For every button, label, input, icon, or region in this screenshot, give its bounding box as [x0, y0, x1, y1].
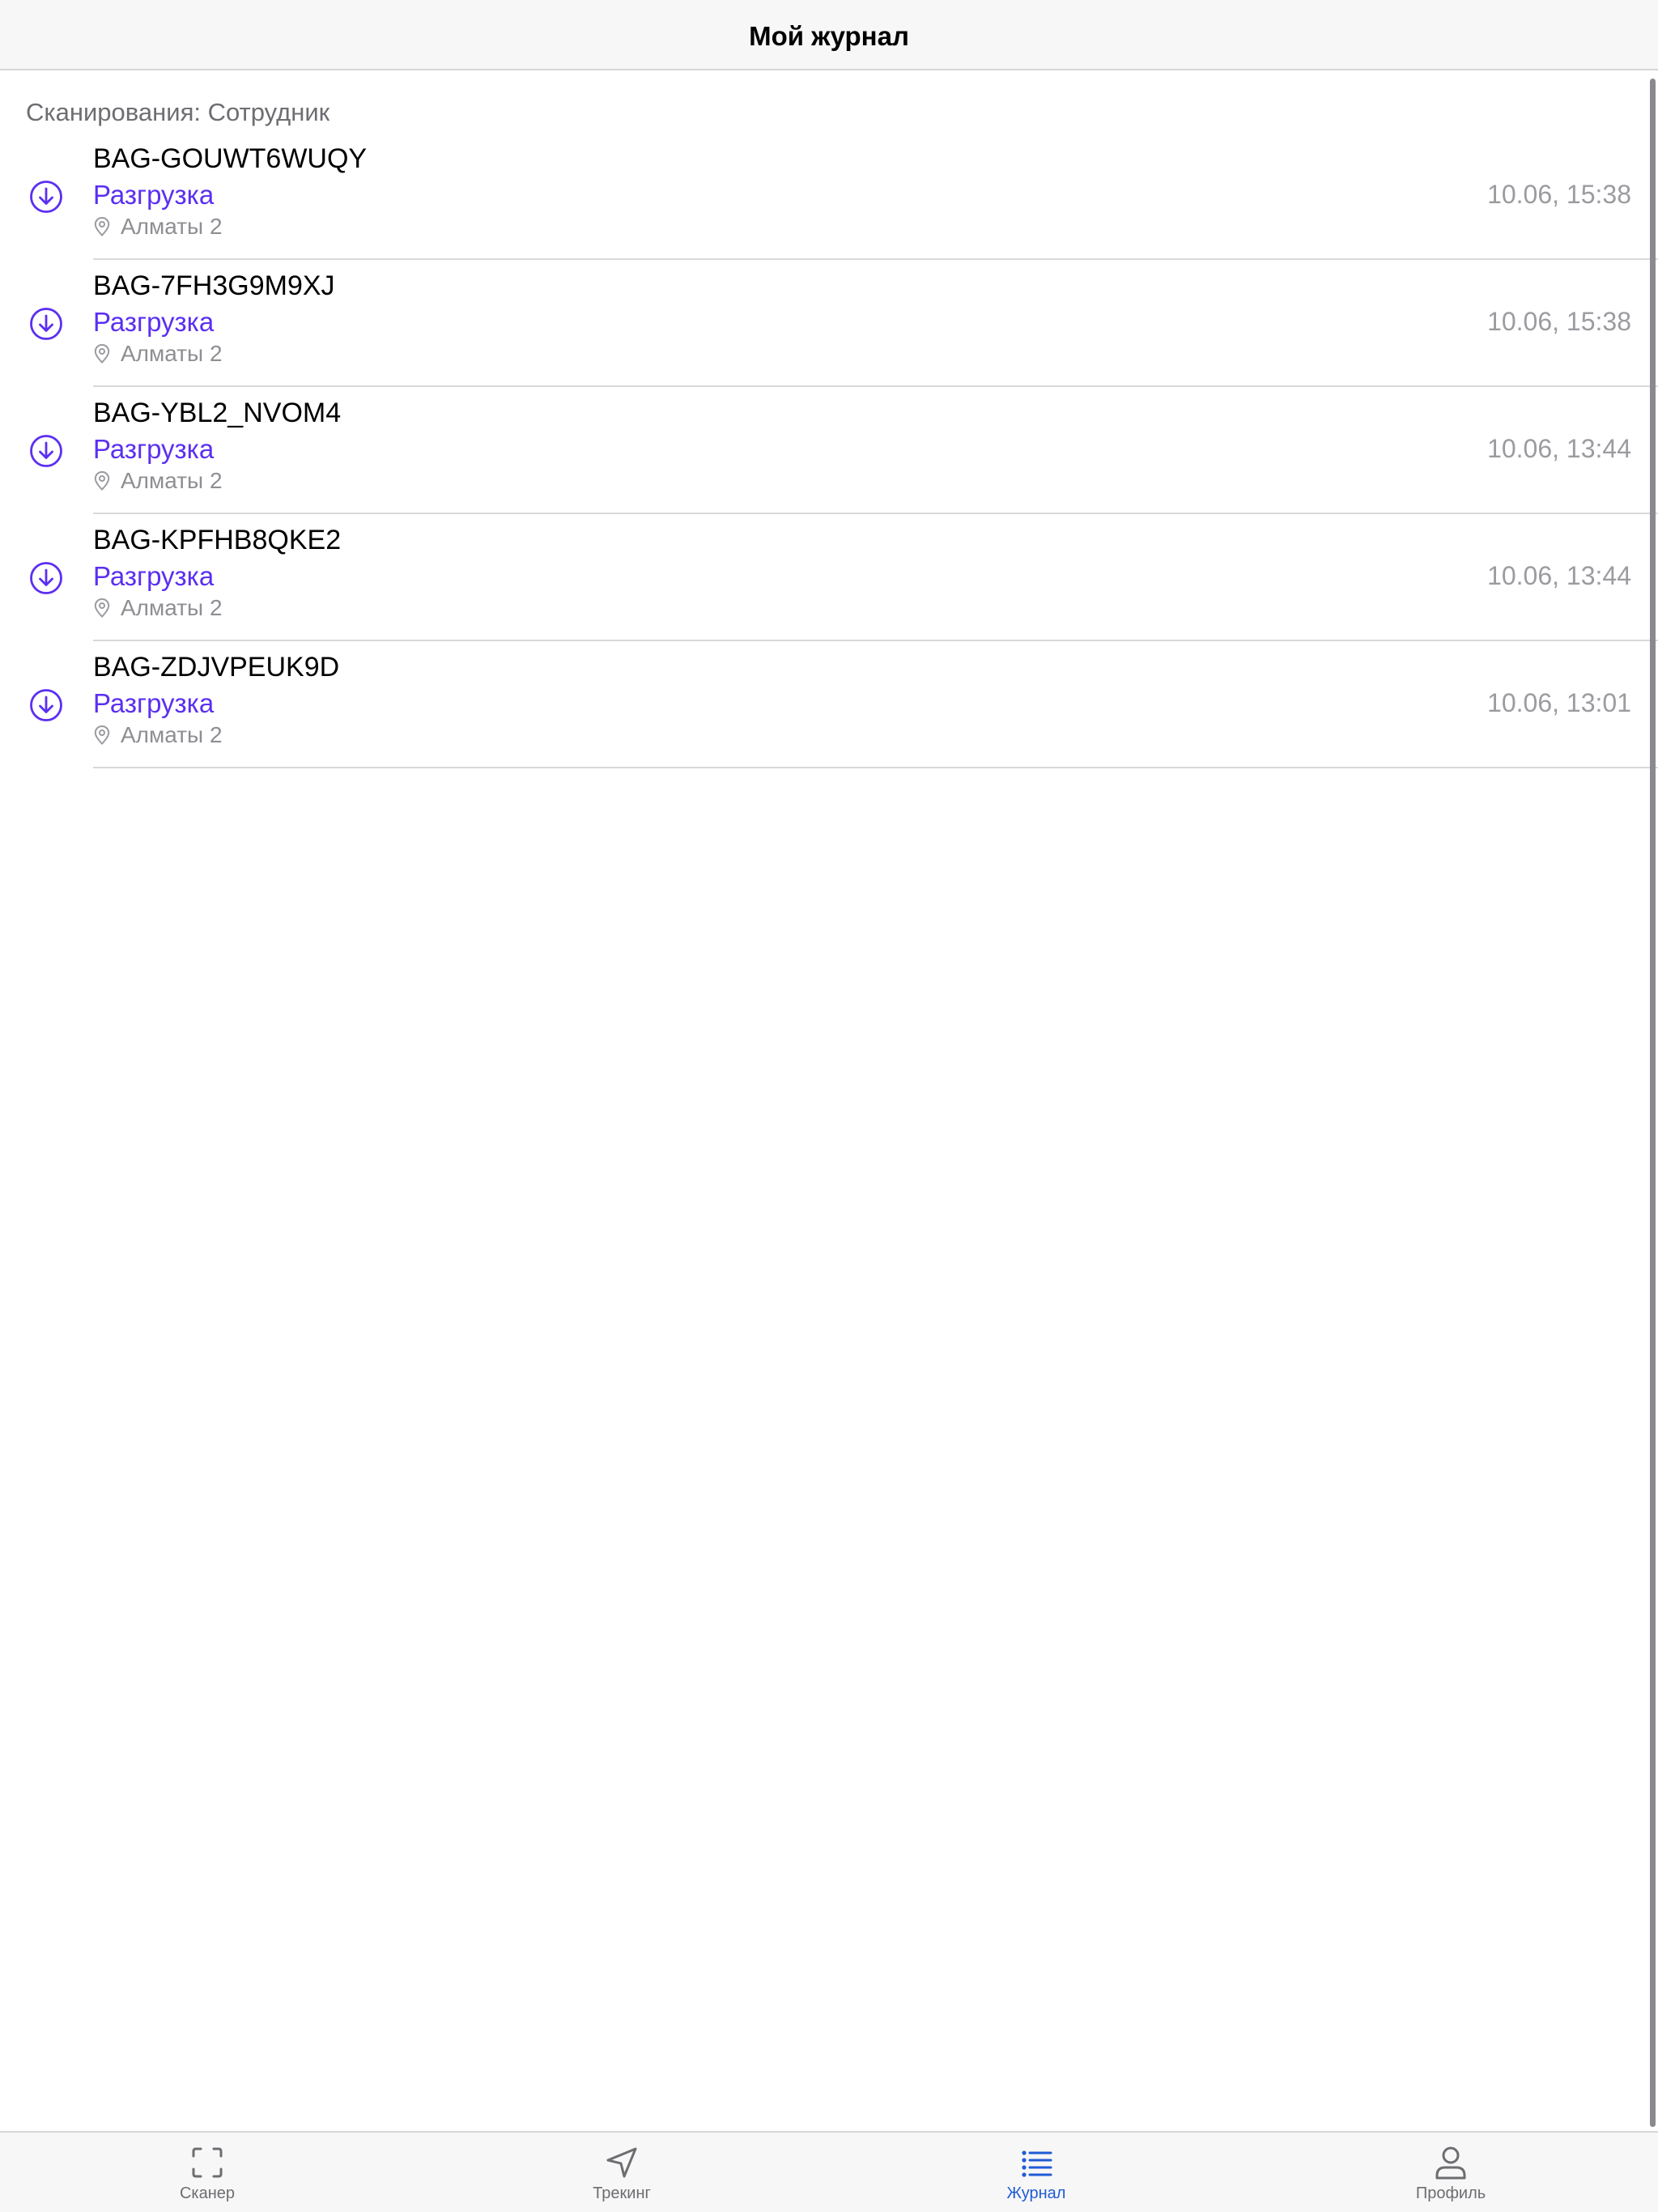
scan-list: BAG-GOUWT6WUQY Разгрузка Алматы 2 10.06,… [0, 133, 1658, 768]
location: Алматы 2 [93, 212, 223, 241]
tab-label: Трекинг [593, 2184, 651, 2202]
operation-type: Разгрузка [93, 307, 215, 337]
list-item[interactable]: BAG-7FH3G9M9XJ Разгрузка Алматы 2 10.06,… [0, 260, 1658, 387]
scanner-icon [189, 2144, 226, 2181]
section-header: Сканирования: Сотрудник [26, 98, 330, 126]
page-title: Мой журнал [749, 21, 909, 51]
download-circle-icon [29, 688, 63, 722]
scrollbar[interactable] [1650, 79, 1656, 2127]
operation-type: Разгрузка [93, 561, 215, 591]
bag-code: BAG-KPFHB8QKE2 [93, 525, 342, 555]
tab-label: Профиль [1415, 2184, 1486, 2202]
navigation-arrow-icon [603, 2144, 640, 2181]
bag-code: BAG-YBL2_NVOM4 [93, 398, 342, 428]
tab-scanner[interactable]: Сканер [0, 2133, 414, 2212]
download-circle-icon [29, 180, 63, 214]
list-item[interactable]: BAG-KPFHB8QKE2 Разгрузка Алматы 2 10.06,… [0, 514, 1658, 641]
tab-profile[interactable]: Профиль [1244, 2133, 1658, 2212]
bag-code: BAG-ZDJVPEUK9D [93, 652, 340, 683]
list-item[interactable]: BAG-ZDJVPEUK9D Разгрузка Алматы 2 10.06,… [0, 641, 1658, 768]
location-label: Алматы 2 [121, 595, 223, 620]
tab-journal[interactable]: Журнал [829, 2133, 1244, 2212]
bag-code: BAG-GOUWT6WUQY [93, 143, 368, 174]
timestamp: 10.06, 13:44 [1487, 434, 1631, 463]
timestamp: 10.06, 13:01 [1487, 688, 1631, 717]
operation-type: Разгрузка [93, 688, 215, 718]
tab-label: Сканер [179, 2184, 236, 2202]
location: Алматы 2 [93, 721, 223, 750]
location-pin-icon [93, 343, 111, 364]
journal-content[interactable]: Сканирования: Сотрудник BAG-GOUWT6WUQY Р… [0, 70, 1658, 2131]
bag-code: BAG-7FH3G9M9XJ [93, 270, 335, 301]
timestamp: 10.06, 13:44 [1487, 561, 1631, 590]
tab-tracking[interactable]: Трекинг [414, 2133, 829, 2212]
download-circle-icon [29, 561, 63, 595]
list-item[interactable]: BAG-GOUWT6WUQY Разгрузка Алматы 2 10.06,… [0, 133, 1658, 260]
navigation-bar: Мой журнал [0, 0, 1658, 70]
list-item[interactable]: BAG-YBL2_NVOM4 Разгрузка Алматы 2 10.06,… [0, 387, 1658, 514]
person-icon [1432, 2144, 1469, 2181]
tab-bar: Сканер Трекинг Журнал Профиль [0, 2131, 1658, 2212]
location-pin-icon [93, 216, 111, 237]
timestamp: 10.06, 15:38 [1487, 307, 1631, 336]
operation-type: Разгрузка [93, 180, 215, 210]
download-circle-icon [29, 434, 63, 468]
row-divider [93, 767, 1658, 768]
list-icon [1018, 2144, 1055, 2181]
location: Алматы 2 [93, 466, 223, 496]
location-label: Алматы 2 [121, 214, 223, 239]
location-label: Алматы 2 [121, 722, 223, 747]
download-circle-icon [29, 307, 63, 341]
location-pin-icon [93, 725, 111, 746]
location-pin-icon [93, 470, 111, 491]
location-pin-icon [93, 598, 111, 619]
operation-type: Разгрузка [93, 434, 215, 464]
location: Алматы 2 [93, 593, 223, 623]
tab-label: Журнал [1006, 2184, 1066, 2202]
location: Алматы 2 [93, 339, 223, 368]
location-label: Алматы 2 [121, 341, 223, 366]
timestamp: 10.06, 15:38 [1487, 180, 1631, 209]
location-label: Алматы 2 [121, 468, 223, 493]
